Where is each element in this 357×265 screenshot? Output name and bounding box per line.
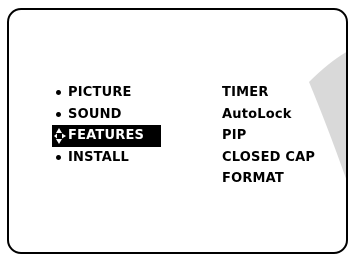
main-menu: PICTURE SOUND FEATURES INSTALL bbox=[52, 82, 162, 168]
menu-item-label: PICTURE bbox=[68, 85, 132, 100]
bullet-dot-icon bbox=[56, 90, 61, 96]
menu-item-picture[interactable]: PICTURE bbox=[52, 82, 162, 104]
sub-item-timer[interactable]: TIMER bbox=[222, 82, 342, 104]
sub-item-autolock[interactable]: AutoLock bbox=[222, 104, 342, 126]
menu-item-features[interactable]: FEATURES bbox=[52, 125, 161, 147]
bullet-dot-icon bbox=[56, 154, 61, 160]
menu-item-sound[interactable]: SOUND bbox=[52, 104, 162, 126]
sub-menu: TIMER AutoLock PIP CLOSED CAP FORMAT bbox=[222, 82, 342, 190]
sub-item-pip[interactable]: PIP bbox=[222, 125, 342, 147]
menu-item-label: INSTALL bbox=[68, 149, 129, 165]
four-way-arrow-icon bbox=[52, 126, 68, 146]
menu-item-label: SOUND bbox=[68, 106, 122, 122]
sub-item-format[interactable]: FORMAT bbox=[222, 168, 342, 190]
tv-screen-frame: PICTURE SOUND FEATURES INSTALL TIMER Aut… bbox=[7, 8, 348, 254]
menu-item-install[interactable]: INSTALL bbox=[52, 147, 162, 169]
menu-item-label: FEATURES bbox=[68, 128, 145, 143]
sub-item-closed-cap[interactable]: CLOSED CAP bbox=[222, 147, 342, 169]
bullet-dot-icon bbox=[56, 111, 61, 117]
